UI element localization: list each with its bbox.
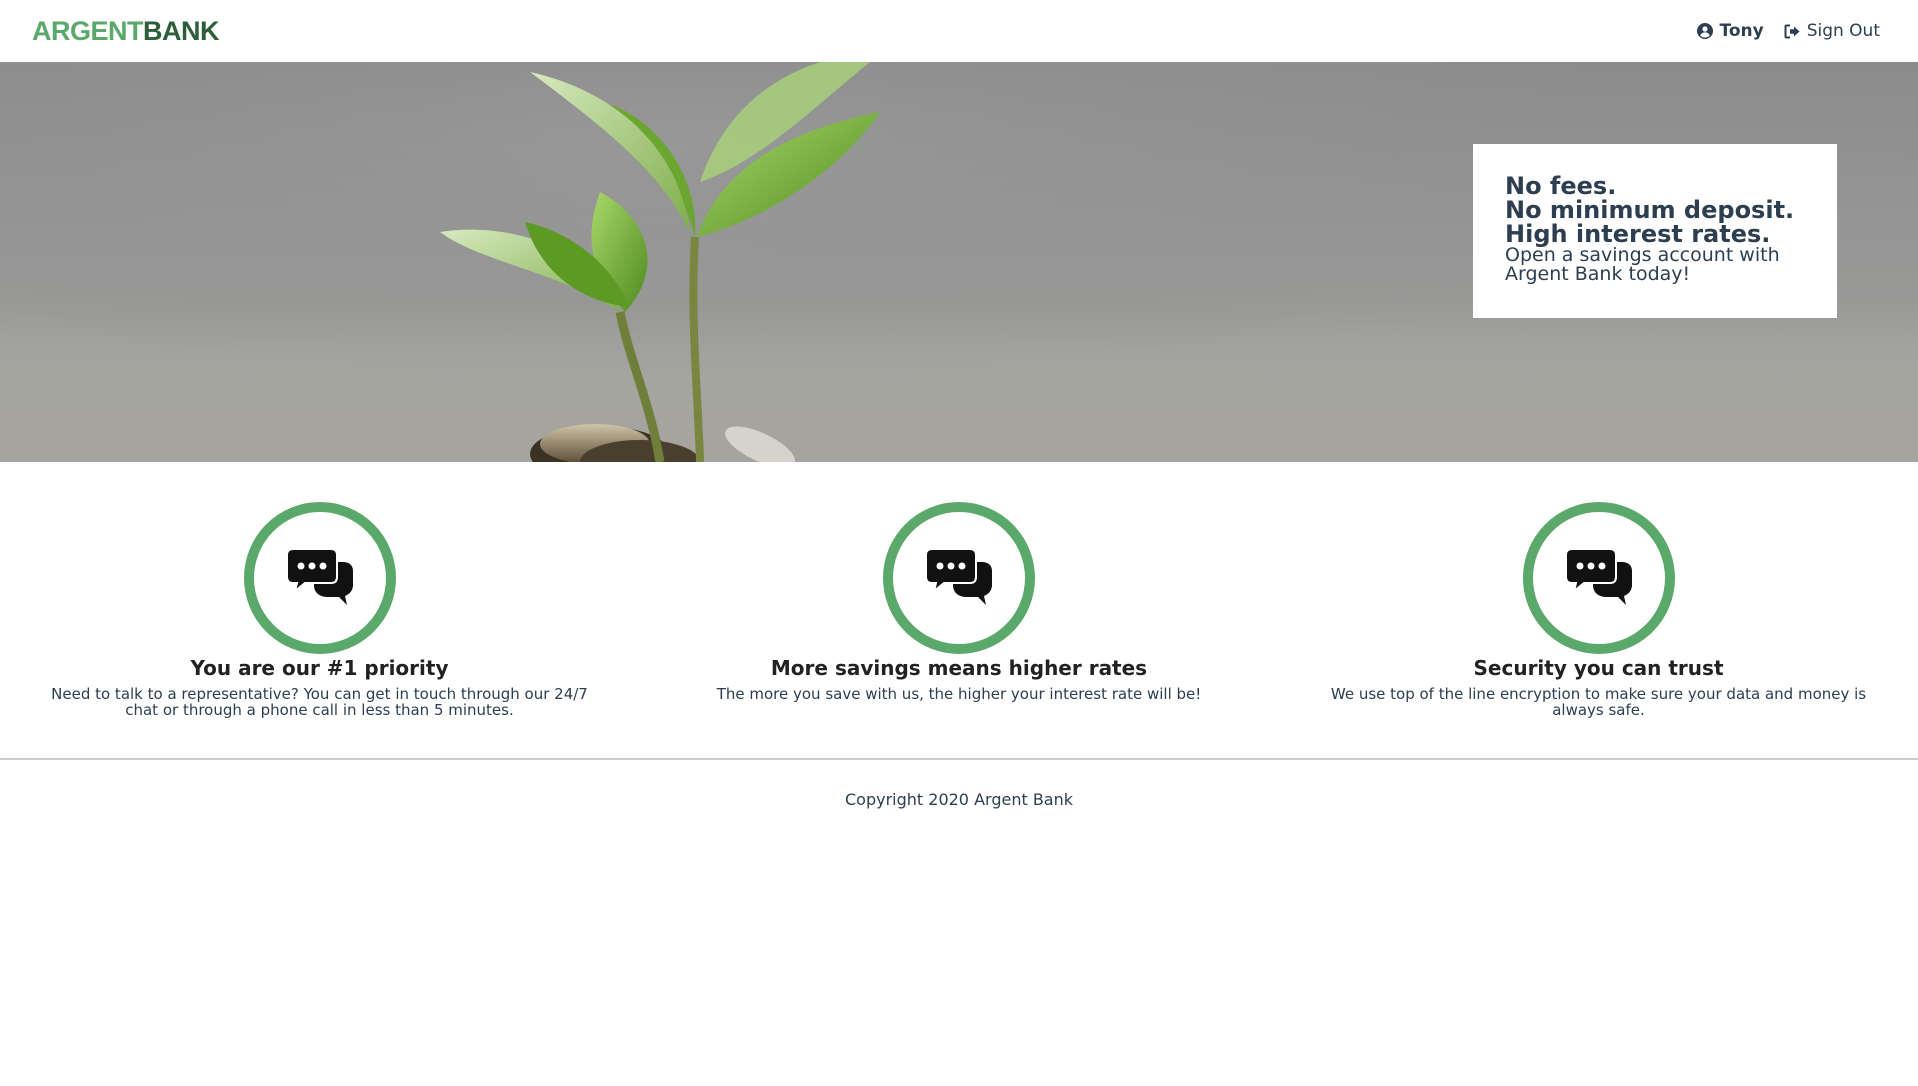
- promo-subtitle: No fees.: [1505, 172, 1617, 200]
- feature-title: Security you can trust: [1473, 656, 1724, 680]
- feature-icon-circle: [243, 502, 396, 654]
- user-circle-icon: [1697, 23, 1714, 39]
- feature-text: We use top of the line encryption to mak…: [1330, 685, 1867, 719]
- feature-item: You are our #1 priority Need to talk to …: [0, 502, 639, 758]
- feature-icon-circle: [1522, 502, 1675, 654]
- user-profile-link[interactable]: Tony: [1697, 21, 1764, 41]
- logo-text-argent: ARGENT: [32, 15, 144, 46]
- feature-item: Security you can trust We use top of the…: [1279, 502, 1918, 758]
- chat-icon: [1565, 549, 1632, 605]
- promo-card: No fees. No minimum deposit. High intere…: [1473, 144, 1837, 318]
- promo-text: Open a savings account with Argent Bank …: [1505, 244, 1780, 285]
- feature-title: You are our #1 priority: [190, 656, 449, 680]
- chat-icon: [926, 549, 992, 605]
- main-nav: ARGENT BANK Tony Sign Out: [0, 0, 1918, 62]
- feature-icon-circle: [883, 502, 1035, 654]
- promo-subtitle: No minimum deposit.: [1505, 196, 1795, 224]
- feature-text: Need to talk to a representative? You ca…: [51, 685, 588, 719]
- user-name: Tony: [1719, 21, 1764, 41]
- sign-out-label: Sign Out: [1806, 21, 1880, 41]
- logo-text-bank: BANK: [143, 15, 220, 46]
- chat-icon: [286, 549, 353, 605]
- feature-text: The more you save with us, the higher yo…: [716, 685, 1202, 703]
- copyright-text: Copyright 2020 Argent Bank: [845, 790, 1073, 809]
- sign-out-icon: [1784, 24, 1801, 39]
- page-footer: Copyright 2020 Argent Bank: [0, 758, 1918, 809]
- feature-item: More savings means higher rates The more…: [640, 502, 1279, 758]
- promo-subtitle: High interest rates.: [1505, 220, 1771, 248]
- hero-banner: No fees. No minimum deposit. High intere…: [0, 62, 1918, 462]
- logo-link[interactable]: ARGENT BANK: [32, 15, 220, 47]
- nav-links: Tony Sign Out: [1697, 21, 1880, 41]
- sign-out-link[interactable]: Sign Out: [1784, 21, 1880, 41]
- feature-title: More savings means higher rates: [770, 656, 1148, 680]
- features-section: You are our #1 priority Need to talk to …: [0, 462, 1918, 758]
